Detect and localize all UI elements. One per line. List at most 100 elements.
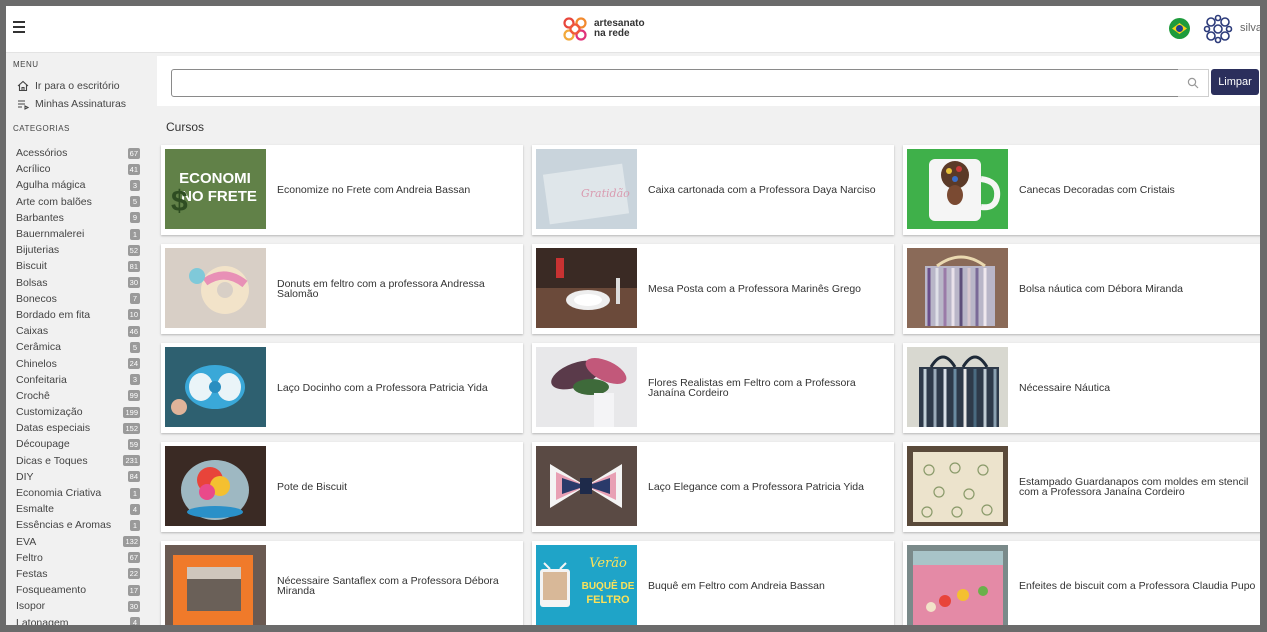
course-thumbnail[interactable]: [165, 446, 266, 526]
course-card[interactable]: Laço Docinho com a Professora Patricia Y…: [161, 343, 523, 433]
course-title-text: Estampado Guardanapos com moldes em sten…: [1019, 475, 1249, 498]
course-thumbnail[interactable]: [165, 545, 266, 625]
sidebar-category-item[interactable]: Crochê 99: [16, 388, 140, 404]
course-title[interactable]: Nécessaire Santaflex com a Professora Dé…: [277, 541, 517, 625]
course-card[interactable]: Enfeites de biscuit com a Professora Cla…: [903, 541, 1260, 625]
sidebar-category-item[interactable]: Bolsas 30: [16, 275, 140, 291]
logo[interactable]: artesanato na rede: [560, 14, 645, 44]
course-card[interactable]: ECONOMI NO FRETE $ Economize no Frete com A…: [161, 145, 523, 235]
sidebar-link-subscriptions[interactable]: Minhas Assinaturas: [17, 98, 126, 110]
sidebar-category-item[interactable]: Fosqueamento 17: [16, 582, 140, 598]
brazil-flag-icon[interactable]: [1169, 18, 1190, 39]
category-label: Bijuterias: [16, 244, 60, 257]
course-title[interactable]: Donuts em feltro com a professora Andres…: [277, 244, 517, 334]
category-label: Bolsas: [16, 276, 48, 289]
category-label: Bauernmalerei: [16, 228, 85, 241]
course-thumbnail[interactable]: ECONOMI NO FRETE $: [165, 149, 266, 229]
sidebar-category-item[interactable]: Découpage 59: [16, 436, 140, 452]
category-label: Découpage: [16, 438, 70, 451]
course-title[interactable]: Canecas Decoradas com Cristais: [1019, 145, 1259, 235]
course-thumbnail[interactable]: [907, 149, 1008, 229]
avatar[interactable]: [1203, 14, 1233, 44]
sidebar-category-item[interactable]: Latonagem 4: [16, 614, 140, 625]
course-title[interactable]: Caixa cartonada com a Professora Daya Na…: [648, 145, 888, 235]
course-thumbnail[interactable]: [536, 248, 637, 328]
sidebar-category-item[interactable]: Acrílico 41: [16, 161, 140, 177]
course-title[interactable]: Bolsa náutica com Débora Miranda: [1019, 244, 1259, 334]
course-card[interactable]: Canecas Decoradas com Cristais: [903, 145, 1260, 235]
course-thumbnail[interactable]: [165, 248, 266, 328]
course-title[interactable]: Laço Docinho com a Professora Patricia Y…: [277, 343, 517, 433]
category-label: Dicas e Toques: [16, 454, 88, 467]
sidebar-category-item[interactable]: Barbantes 9: [16, 210, 140, 226]
course-card[interactable]: Donuts em feltro com a professora Andres…: [161, 244, 523, 334]
sidebar-category-item[interactable]: Bonecos 7: [16, 291, 140, 307]
sidebar-category-item[interactable]: Datas especiais 152: [16, 420, 140, 436]
course-thumbnail[interactable]: [165, 347, 266, 427]
category-count-badge: 10: [127, 309, 140, 321]
category-count-badge: 30: [127, 277, 140, 289]
course-thumbnail[interactable]: Gratidão: [536, 149, 637, 229]
top-bar: artesanato na rede silva: [6, 6, 1260, 53]
course-card[interactable]: Pote de Biscuit: [161, 442, 523, 532]
course-title[interactable]: Pote de Biscuit: [277, 442, 517, 532]
search-input[interactable]: [171, 69, 1182, 97]
category-count-badge: 3: [130, 374, 140, 386]
course-title[interactable]: Mesa Posta com a Professora Marinês Greg…: [648, 244, 888, 334]
sidebar-category-item[interactable]: Caixas 46: [16, 323, 140, 339]
clear-button[interactable]: Limpar: [1211, 69, 1259, 95]
course-thumbnail[interactable]: [907, 446, 1008, 526]
course-card[interactable]: Laço Elegance com a Professora Patricia …: [532, 442, 894, 532]
course-title-text: Enfeites de biscuit com a Professora Cla…: [1019, 579, 1256, 592]
course-card[interactable]: Estampado Guardanapos com moldes em sten…: [903, 442, 1260, 532]
search-button[interactable]: [1178, 69, 1209, 97]
sidebar-category-item[interactable]: Customização 199: [16, 404, 140, 420]
course-title[interactable]: Flores Realistas em Feltro com a Profess…: [648, 343, 888, 433]
sidebar-category-item[interactable]: Cerâmica 5: [16, 339, 140, 355]
course-card[interactable]: Nécessaire Santaflex com a Professora Dé…: [161, 541, 523, 625]
hamburger-menu-icon[interactable]: [13, 21, 25, 33]
course-card[interactable]: Nécessaire Náutica: [903, 343, 1260, 433]
course-card[interactable]: Verão BUQUÊ DE FELTRO Buquê em Feltro com A…: [532, 541, 894, 625]
sidebar-category-item[interactable]: Essências e Aromas 1: [16, 517, 140, 533]
course-thumbnail[interactable]: [907, 347, 1008, 427]
sidebar-category-item[interactable]: Economia Criativa 1: [16, 485, 140, 501]
course-thumbnail[interactable]: [536, 446, 637, 526]
subscriptions-icon: [18, 100, 29, 110]
course-title[interactable]: Nécessaire Náutica: [1019, 343, 1259, 433]
course-title[interactable]: Enfeites de biscuit com a Professora Cla…: [1019, 541, 1259, 625]
sidebar-category-item[interactable]: Esmalte 4: [16, 501, 140, 517]
course-card[interactable]: Flores Realistas em Feltro com a Profess…: [532, 343, 894, 433]
sidebar-category-item[interactable]: Bauernmalerei 1: [16, 226, 140, 242]
sidebar-category-item[interactable]: Biscuit 81: [16, 258, 140, 274]
sidebar-category-item[interactable]: Chinelos 24: [16, 355, 140, 371]
course-thumbnail[interactable]: [907, 545, 1008, 625]
username[interactable]: silva: [1240, 22, 1260, 34]
course-title[interactable]: Laço Elegance com a Professora Patricia …: [648, 442, 888, 532]
course-title[interactable]: Buquê em Feltro com Andreia Bassan: [648, 541, 888, 625]
course-thumbnail[interactable]: [536, 347, 637, 427]
course-card[interactable]: Gratidão Caixa cartonada com a Professora…: [532, 145, 894, 235]
sidebar-category-item[interactable]: Arte com balões 5: [16, 194, 140, 210]
category-count-badge: 1: [130, 228, 140, 240]
course-thumbnail[interactable]: [907, 248, 1008, 328]
sidebar-category-item[interactable]: Dicas e Toques 231: [16, 453, 140, 469]
course-title[interactable]: Estampado Guardanapos com moldes em sten…: [1019, 442, 1259, 532]
svg-text:BUQUÊ DE: BUQUÊ DE: [582, 579, 635, 592]
sidebar-category-item[interactable]: Confeitaria 3: [16, 372, 140, 388]
course-card[interactable]: Mesa Posta com a Professora Marinês Greg…: [532, 244, 894, 334]
sidebar-category-item[interactable]: Acessórios 67: [16, 145, 140, 161]
sidebar-category-item[interactable]: EVA 132: [16, 534, 140, 550]
course-title-text: Flores Realistas em Feltro com a Profess…: [648, 376, 856, 399]
sidebar-category-item[interactable]: Bordado em fita 10: [16, 307, 140, 323]
sidebar-category-item[interactable]: Feltro 67: [16, 550, 140, 566]
sidebar-category-item[interactable]: DIY 84: [16, 469, 140, 485]
sidebar-category-item[interactable]: Festas 22: [16, 566, 140, 582]
sidebar-category-item[interactable]: Isopor 30: [16, 598, 140, 614]
course-thumbnail[interactable]: Verão BUQUÊ DE FELTRO: [536, 545, 637, 625]
sidebar-category-item[interactable]: Bijuterias 52: [16, 242, 140, 258]
sidebar-link-office[interactable]: Ir para o escritório: [17, 80, 120, 92]
course-card[interactable]: Bolsa náutica com Débora Miranda: [903, 244, 1260, 334]
course-title[interactable]: Economize no Frete com Andreia Bassan: [277, 145, 517, 235]
sidebar-category-item[interactable]: Agulha mágica 3: [16, 177, 140, 193]
